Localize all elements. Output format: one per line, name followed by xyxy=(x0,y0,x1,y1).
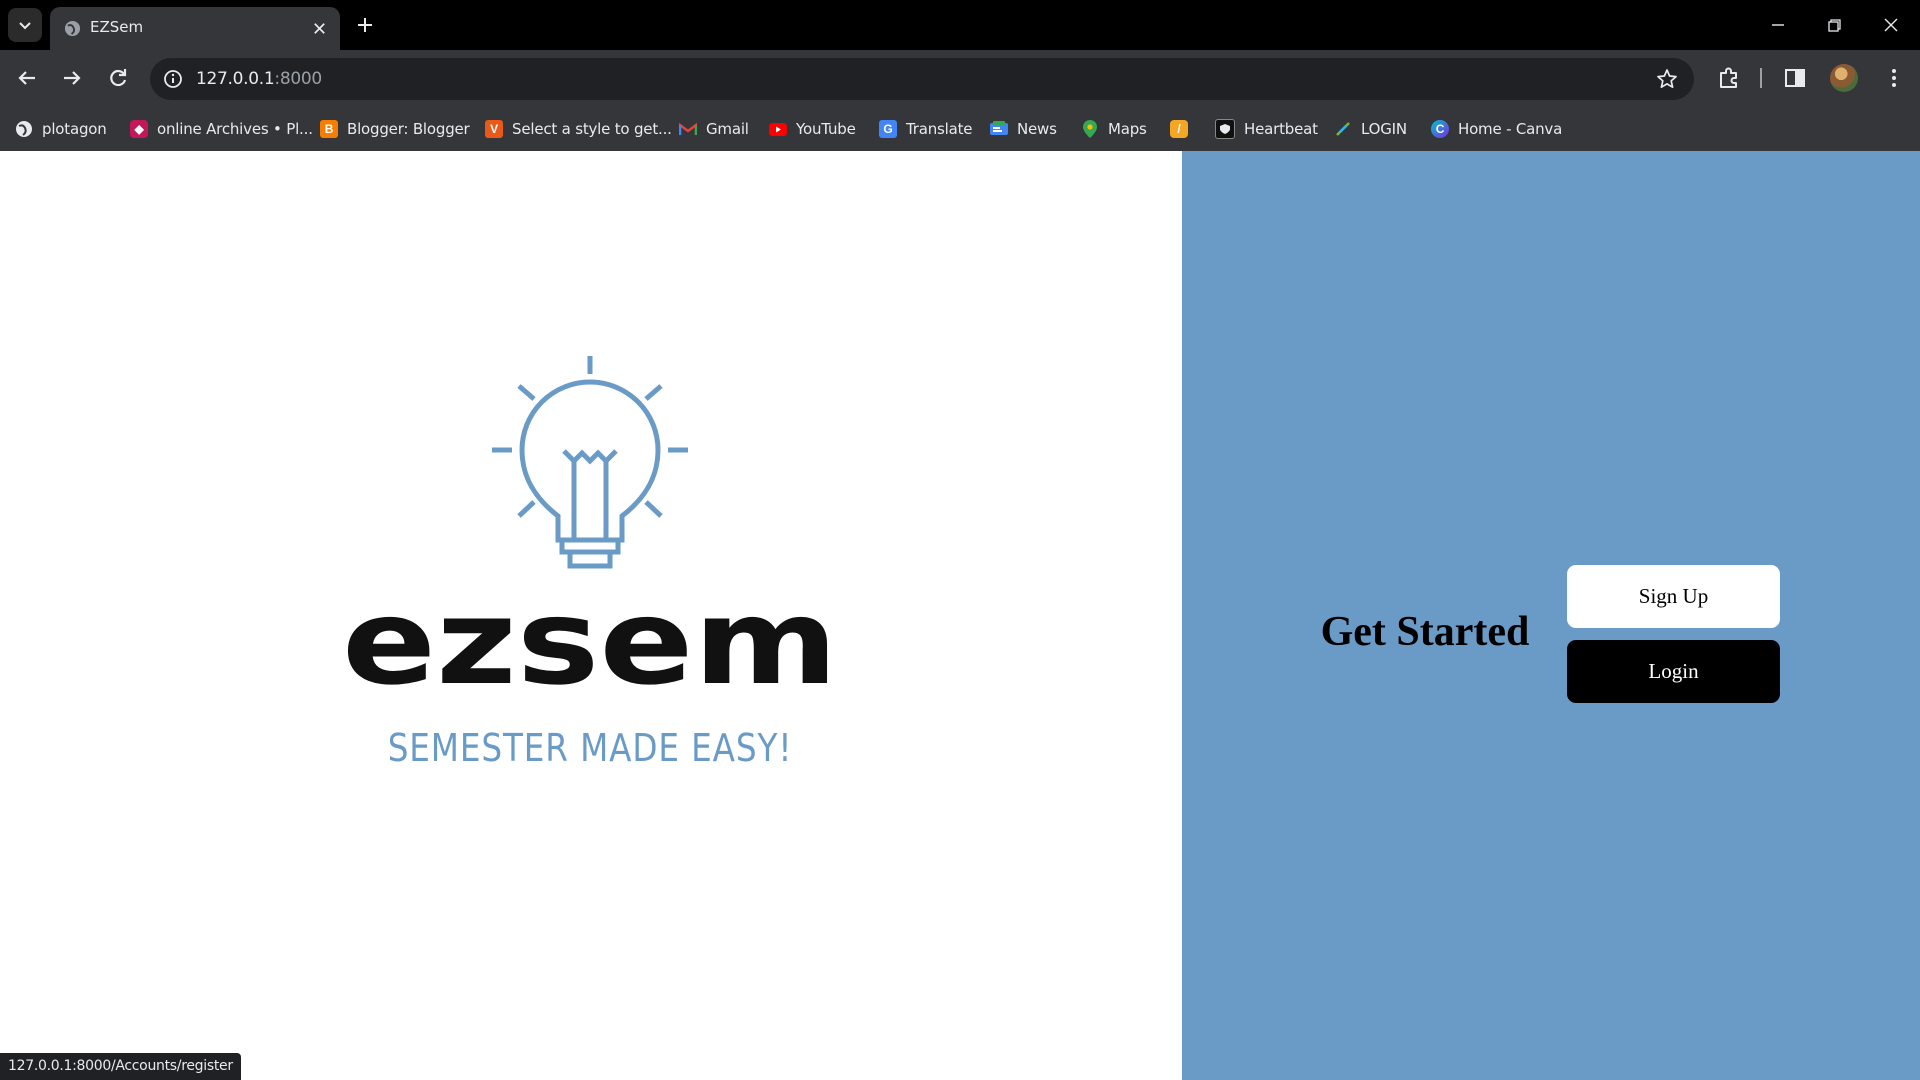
chevron-down-icon xyxy=(19,22,31,30)
bookmark-blogger[interactable]: B Blogger: Blogger xyxy=(320,117,470,141)
restore-icon[interactable] xyxy=(1821,12,1847,38)
back-arrow-icon[interactable] xyxy=(13,64,41,92)
address-bar[interactable]: 127.0.0.1:8000 xyxy=(150,58,1694,100)
tab-strip: EZSem xyxy=(0,0,1920,50)
canva-icon: C xyxy=(1431,120,1449,138)
bookmark-label: Home - Canva xyxy=(1458,120,1563,138)
bookmarks-bar: plotagon ◆ online Archives • Pl... B Blo… xyxy=(0,107,1920,152)
bookmark-translate[interactable]: G Translate xyxy=(879,117,973,141)
archive-favicon-icon: ◆ xyxy=(130,120,148,138)
tab-search-button[interactable] xyxy=(8,8,42,42)
bookmark-youtube[interactable]: YouTube xyxy=(769,117,856,141)
window-close-icon[interactable] xyxy=(1878,12,1904,38)
bookmark-label: Heartbeat xyxy=(1244,120,1318,138)
auth-panel xyxy=(1182,151,1920,1080)
bookmark-gmail[interactable]: Gmail xyxy=(679,117,749,141)
side-panel-icon[interactable] xyxy=(1781,64,1809,92)
globe-icon xyxy=(64,20,81,37)
v-logo-icon: V xyxy=(485,120,503,138)
profile-avatar[interactable] xyxy=(1830,64,1858,92)
reload-icon[interactable] xyxy=(104,64,132,92)
url-port: :8000 xyxy=(274,69,322,89)
bookmark-online-archives[interactable]: ◆ online Archives • Pl... xyxy=(130,117,313,141)
toolbar-divider xyxy=(1760,68,1762,88)
bookmark-label: Gmail xyxy=(706,120,749,138)
bookmark-canva[interactable]: C Home - Canva xyxy=(1431,117,1562,141)
link-icon xyxy=(1334,120,1352,138)
bookmark-orange-app[interactable]: / xyxy=(1170,117,1197,141)
bookmark-label: Select a style to get... xyxy=(512,120,672,138)
tab-title: EZSem xyxy=(90,18,144,36)
bookmark-select-style[interactable]: V Select a style to get... xyxy=(485,117,672,141)
browser-window: EZSem 127.0.0.1:8000 plotagon ◆ online A… xyxy=(0,0,1920,1080)
bookmark-label: YouTube xyxy=(796,120,856,138)
shield-icon xyxy=(1215,119,1235,139)
bookmark-label: online Archives • Pl... xyxy=(157,120,313,138)
bookmark-login[interactable]: LOGIN xyxy=(1334,117,1407,141)
page-viewport: ezsem SEMESTER MADE EASY! Get Started Si… xyxy=(0,151,1920,1080)
new-tab-plus-icon[interactable] xyxy=(353,13,377,37)
lightbulb-icon xyxy=(492,356,688,569)
forward-arrow-icon[interactable] xyxy=(58,64,86,92)
blogger-icon: B xyxy=(320,120,338,138)
more-menu-icon[interactable] xyxy=(1880,64,1908,92)
close-icon[interactable] xyxy=(311,20,328,37)
news-icon xyxy=(990,120,1008,138)
bookmark-news[interactable]: News xyxy=(990,117,1057,141)
maps-icon xyxy=(1081,120,1099,138)
status-bar-url: 127.0.0.1:8000/Accounts/register xyxy=(0,1053,241,1080)
login-button[interactable]: Login xyxy=(1567,640,1780,703)
browser-toolbar: 127.0.0.1:8000 xyxy=(0,50,1920,107)
wordmark-text: ezsem xyxy=(342,591,838,701)
bookmark-plotagon[interactable]: plotagon xyxy=(15,117,107,141)
bookmark-star-icon[interactable] xyxy=(1656,68,1678,90)
bookmark-maps[interactable]: Maps xyxy=(1081,117,1147,141)
extensions-puzzle-icon[interactable] xyxy=(1715,64,1743,92)
bookmark-heartbeat[interactable]: Heartbeat xyxy=(1215,117,1318,141)
site-info-icon[interactable] xyxy=(162,68,184,90)
bookmark-label: plotagon xyxy=(42,120,107,138)
translate-icon: G xyxy=(879,120,897,138)
bookmark-label: News xyxy=(1017,120,1057,138)
signup-button[interactable]: Sign Up xyxy=(1567,565,1780,628)
orange-app-icon: / xyxy=(1170,120,1188,138)
youtube-icon xyxy=(769,120,787,138)
bookmark-label: Maps xyxy=(1108,120,1147,138)
logo-tagline: SEMESTER MADE EASY! xyxy=(387,726,793,770)
url-host: 127.0.0.1 xyxy=(196,69,275,89)
bookmark-label: Translate xyxy=(906,120,973,138)
address-url: 127.0.0.1:8000 xyxy=(196,69,322,89)
bookmark-label: LOGIN xyxy=(1361,120,1407,138)
get-started-heading: Get Started xyxy=(1320,609,1530,655)
logo-panel: ezsem SEMESTER MADE EASY! xyxy=(0,151,1182,1080)
bookmark-label: Blogger: Blogger xyxy=(347,120,470,138)
minimize-icon[interactable] xyxy=(1765,12,1791,38)
ezsem-wordmark: ezsem xyxy=(342,591,838,701)
gmail-icon xyxy=(679,120,697,138)
active-tab[interactable]: EZSem xyxy=(50,7,340,50)
globe-icon xyxy=(15,120,33,138)
